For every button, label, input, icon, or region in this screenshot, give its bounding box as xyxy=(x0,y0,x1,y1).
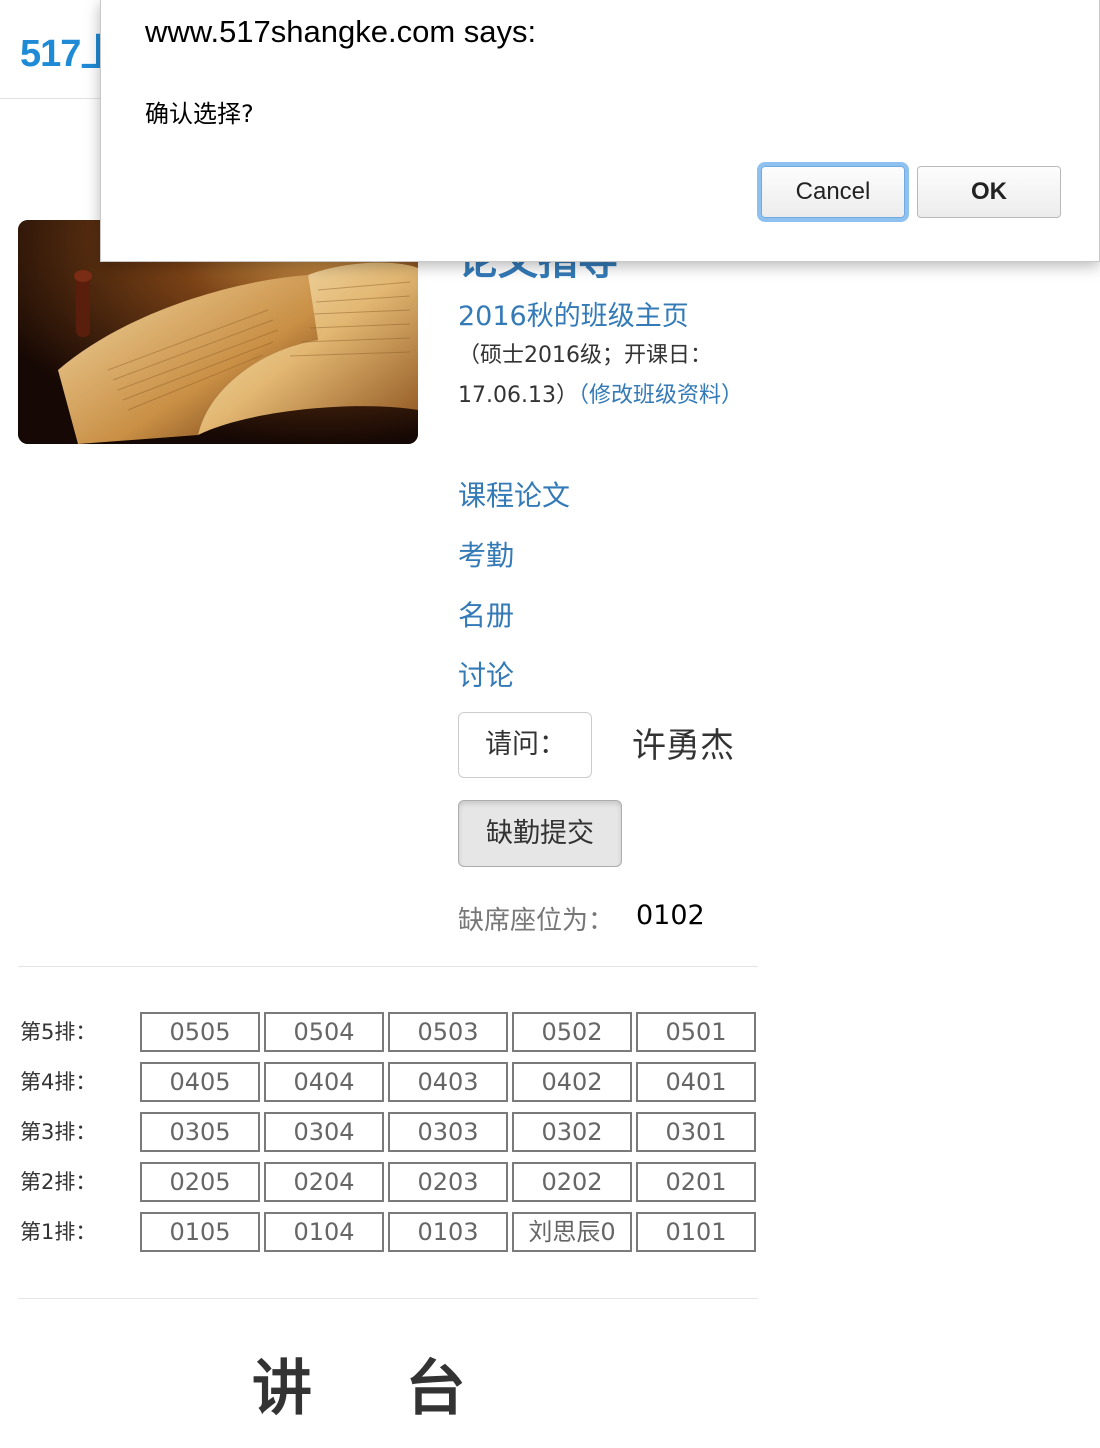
seat-button[interactable]: 0505 xyxy=(140,1012,260,1052)
seat-row-4: 第4排： 0405 0404 0403 0402 0401 xyxy=(20,1062,760,1102)
absence-submit-button[interactable]: 缺勤提交 xyxy=(458,800,622,867)
seat-button[interactable]: 0105 xyxy=(140,1212,260,1252)
seat-button[interactable]: 0101 xyxy=(636,1212,756,1252)
nav-roster[interactable]: 名册 xyxy=(458,594,514,634)
nav-course-papers[interactable]: 课程论文 xyxy=(458,474,570,514)
ask-button[interactable]: 请问： xyxy=(458,712,592,778)
seat-button[interactable]: 0203 xyxy=(388,1162,508,1202)
seat-button[interactable]: 0202 xyxy=(512,1162,632,1202)
seat-button[interactable]: 0502 xyxy=(512,1012,632,1052)
seat-row-3: 第3排： 0305 0304 0303 0302 0301 xyxy=(20,1112,760,1152)
student-name: 许勇杰 xyxy=(632,726,734,766)
ok-button[interactable]: OK xyxy=(917,166,1061,218)
cancel-button[interactable]: Cancel xyxy=(761,166,905,218)
confirm-dialog: www.517shangke.com says: 确认选择? Cancel OK xyxy=(100,0,1100,262)
seat-button[interactable]: 0205 xyxy=(140,1162,260,1202)
seat-button[interactable]: 0303 xyxy=(388,1112,508,1152)
nav-attendance[interactable]: 考勤 xyxy=(458,534,514,574)
seat-button[interactable]: 0302 xyxy=(512,1112,632,1152)
row-label: 第1排： xyxy=(20,1220,97,1244)
class-homepage-link[interactable]: 2016秋的班级主页 xyxy=(458,294,689,333)
row-label: 第3排： xyxy=(20,1120,97,1144)
seat-button[interactable]: 0404 xyxy=(264,1062,384,1102)
seat-button[interactable]: 0103 xyxy=(388,1212,508,1252)
class-info: （硕士2016级；开课日：17.06.13）（修改班级资料） xyxy=(458,336,748,416)
dialog-title: www.517shangke.com says: xyxy=(145,14,537,49)
seat-button[interactable]: 0201 xyxy=(636,1162,756,1202)
absent-seat-value: 0102 xyxy=(636,900,705,931)
seat-button[interactable]: 0204 xyxy=(264,1162,384,1202)
seat-button[interactable]: 0403 xyxy=(388,1062,508,1102)
absent-seat-label: 缺席座位为： xyxy=(458,906,615,936)
seat-row-1: 第1排： 0105 0104 0103 刘思辰0 0101 xyxy=(20,1212,760,1252)
row-label: 第5排： xyxy=(20,1020,97,1044)
seat-button[interactable]: 0501 xyxy=(636,1012,756,1052)
podium-label: 讲 台 xyxy=(252,1354,468,1424)
seat-button[interactable]: 0504 xyxy=(264,1012,384,1052)
seat-button[interactable]: 0405 xyxy=(140,1062,260,1102)
seat-row-5: 第5排： 0505 0504 0503 0502 0501 xyxy=(20,1012,760,1052)
row-label: 第4排： xyxy=(20,1070,97,1094)
seat-button[interactable]: 刘思辰0 xyxy=(512,1212,632,1252)
seat-button[interactable]: 0402 xyxy=(512,1062,632,1102)
row-label: 第2排： xyxy=(20,1170,97,1194)
seat-button[interactable]: 0301 xyxy=(636,1112,756,1152)
nav-discussion[interactable]: 讨论 xyxy=(458,654,514,694)
seat-button[interactable]: 0104 xyxy=(264,1212,384,1252)
seat-button[interactable]: 0304 xyxy=(264,1112,384,1152)
dialog-message: 确认选择? xyxy=(145,100,254,128)
seat-button[interactable]: 0503 xyxy=(388,1012,508,1052)
divider xyxy=(18,1298,758,1299)
divider xyxy=(18,966,758,967)
seat-button[interactable]: 0305 xyxy=(140,1112,260,1152)
edit-class-link[interactable]: （修改班级资料） xyxy=(578,383,743,408)
seat-button[interactable]: 0401 xyxy=(636,1062,756,1102)
seat-row-2: 第2排： 0205 0204 0203 0202 0201 xyxy=(20,1162,760,1202)
